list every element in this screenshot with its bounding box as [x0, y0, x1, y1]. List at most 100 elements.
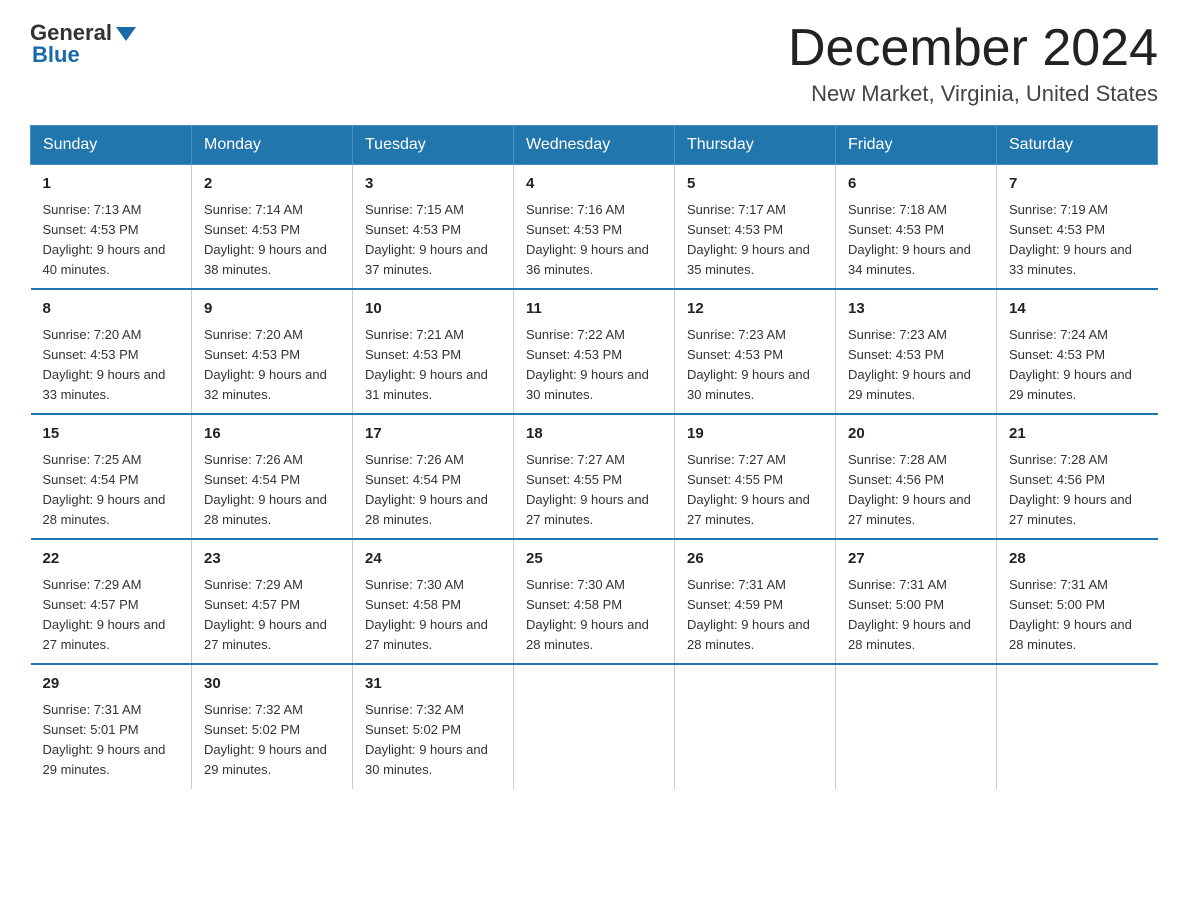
day-number: 30 — [204, 673, 340, 696]
day-number: 18 — [526, 423, 662, 446]
day-info: Sunrise: 7:23 AMSunset: 4:53 PMDaylight:… — [848, 325, 984, 406]
day-info: Sunrise: 7:26 AMSunset: 4:54 PMDaylight:… — [365, 450, 501, 531]
header-cell-tuesday: Tuesday — [353, 126, 514, 165]
day-info: Sunrise: 7:16 AMSunset: 4:53 PMDaylight:… — [526, 200, 662, 281]
day-number: 5 — [687, 173, 823, 196]
calendar-cell — [675, 664, 836, 788]
calendar-cell: 10 Sunrise: 7:21 AMSunset: 4:53 PMDayligh… — [353, 289, 514, 414]
calendar-row-3: 15 Sunrise: 7:25 AMSunset: 4:54 PMDayligh… — [31, 414, 1158, 539]
day-info: Sunrise: 7:32 AMSunset: 5:02 PMDaylight:… — [204, 700, 340, 781]
day-number: 25 — [526, 548, 662, 571]
day-number: 16 — [204, 423, 340, 446]
day-info: Sunrise: 7:31 AMSunset: 4:59 PMDaylight:… — [687, 575, 823, 656]
calendar-cell: 23 Sunrise: 7:29 AMSunset: 4:57 PMDayligh… — [192, 539, 353, 664]
calendar-cell: 15 Sunrise: 7:25 AMSunset: 4:54 PMDayligh… — [31, 414, 192, 539]
day-number: 11 — [526, 298, 662, 321]
day-number: 26 — [687, 548, 823, 571]
calendar-row-1: 1 Sunrise: 7:13 AMSunset: 4:53 PMDaylight… — [31, 165, 1158, 290]
calendar-table: SundayMondayTuesdayWednesdayThursdayFrid… — [30, 125, 1158, 788]
day-info: Sunrise: 7:20 AMSunset: 4:53 PMDaylight:… — [43, 325, 180, 406]
calendar-cell: 27Sunrise: 7:31 AMSunset: 5:00 PMDayligh… — [836, 539, 997, 664]
day-number: 31 — [365, 673, 501, 696]
day-number: 15 — [43, 423, 180, 446]
day-number: 28 — [1009, 548, 1146, 571]
day-info: Sunrise: 7:32 AMSunset: 5:02 PMDaylight:… — [365, 700, 501, 781]
calendar-cell: 1 Sunrise: 7:13 AMSunset: 4:53 PMDaylight… — [31, 165, 192, 290]
calendar-cell: 18 Sunrise: 7:27 AMSunset: 4:55 PMDayligh… — [514, 414, 675, 539]
day-number: 20 — [848, 423, 984, 446]
day-info: Sunrise: 7:30 AMSunset: 4:58 PMDaylight:… — [365, 575, 501, 656]
calendar-body: 1 Sunrise: 7:13 AMSunset: 4:53 PMDaylight… — [31, 165, 1158, 789]
day-number: 23 — [204, 548, 340, 571]
day-info: Sunrise: 7:29 AMSunset: 4:57 PMDaylight:… — [43, 575, 180, 656]
location-subtitle: New Market, Virginia, United States — [788, 81, 1158, 107]
calendar-cell: 21 Sunrise: 7:28 AMSunset: 4:56 PMDayligh… — [997, 414, 1158, 539]
day-number: 10 — [365, 298, 501, 321]
day-number: 9 — [204, 298, 340, 321]
day-info: Sunrise: 7:15 AMSunset: 4:53 PMDaylight:… — [365, 200, 501, 281]
day-info: Sunrise: 7:14 AMSunset: 4:53 PMDaylight:… — [204, 200, 340, 281]
calendar-cell: 26 Sunrise: 7:31 AMSunset: 4:59 PMDayligh… — [675, 539, 836, 664]
calendar-cell: 22 Sunrise: 7:29 AMSunset: 4:57 PMDayligh… — [31, 539, 192, 664]
day-info: Sunrise: 7:30 AMSunset: 4:58 PMDaylight:… — [526, 575, 662, 656]
calendar-cell: 8 Sunrise: 7:20 AMSunset: 4:53 PMDaylight… — [31, 289, 192, 414]
day-number: 22 — [43, 548, 180, 571]
day-number: 1 — [43, 173, 180, 196]
calendar-cell — [836, 664, 997, 788]
day-number: 8 — [43, 298, 180, 321]
logo-blue-text: Blue — [32, 42, 80, 68]
day-info: Sunrise: 7:13 AMSunset: 4:53 PMDaylight:… — [43, 200, 180, 281]
calendar-row-5: 29 Sunrise: 7:31 AMSunset: 5:01 PMDayligh… — [31, 664, 1158, 788]
day-info: Sunrise: 7:28 AMSunset: 4:56 PMDaylight:… — [1009, 450, 1146, 531]
calendar-cell: 4Sunrise: 7:16 AMSunset: 4:53 PMDaylight… — [514, 165, 675, 290]
day-number: 14 — [1009, 298, 1146, 321]
calendar-header: SundayMondayTuesdayWednesdayThursdayFrid… — [31, 126, 1158, 165]
calendar-cell: 29 Sunrise: 7:31 AMSunset: 5:01 PMDayligh… — [31, 664, 192, 788]
day-number: 24 — [365, 548, 501, 571]
calendar-row-2: 8 Sunrise: 7:20 AMSunset: 4:53 PMDaylight… — [31, 289, 1158, 414]
day-number: 3 — [365, 173, 501, 196]
header-cell-thursday: Thursday — [675, 126, 836, 165]
calendar-cell: 13Sunrise: 7:23 AMSunset: 4:53 PMDayligh… — [836, 289, 997, 414]
header-cell-monday: Monday — [192, 126, 353, 165]
calendar-cell — [997, 664, 1158, 788]
day-info: Sunrise: 7:27 AMSunset: 4:55 PMDaylight:… — [526, 450, 662, 531]
day-info: Sunrise: 7:26 AMSunset: 4:54 PMDaylight:… — [204, 450, 340, 531]
calendar-cell: 3 Sunrise: 7:15 AMSunset: 4:53 PMDaylight… — [353, 165, 514, 290]
day-info: Sunrise: 7:25 AMSunset: 4:54 PMDaylight:… — [43, 450, 180, 531]
header-row: SundayMondayTuesdayWednesdayThursdayFrid… — [31, 126, 1158, 165]
calendar-cell: 24 Sunrise: 7:30 AMSunset: 4:58 PMDayligh… — [353, 539, 514, 664]
day-info: Sunrise: 7:24 AMSunset: 4:53 PMDaylight:… — [1009, 325, 1146, 406]
day-number: 12 — [687, 298, 823, 321]
calendar-cell: 25 Sunrise: 7:30 AMSunset: 4:58 PMDayligh… — [514, 539, 675, 664]
day-number: 2 — [204, 173, 340, 196]
day-info: Sunrise: 7:20 AMSunset: 4:53 PMDaylight:… — [204, 325, 340, 406]
calendar-row-4: 22 Sunrise: 7:29 AMSunset: 4:57 PMDayligh… — [31, 539, 1158, 664]
day-info: Sunrise: 7:28 AMSunset: 4:56 PMDaylight:… — [848, 450, 984, 531]
day-info: Sunrise: 7:18 AMSunset: 4:53 PMDaylight:… — [848, 200, 984, 281]
calendar-cell: 14 Sunrise: 7:24 AMSunset: 4:53 PMDayligh… — [997, 289, 1158, 414]
calendar-cell — [514, 664, 675, 788]
calendar-cell: 19Sunrise: 7:27 AMSunset: 4:55 PMDayligh… — [675, 414, 836, 539]
day-number: 29 — [43, 673, 180, 696]
calendar-cell: 17 Sunrise: 7:26 AMSunset: 4:54 PMDayligh… — [353, 414, 514, 539]
header-cell-sunday: Sunday — [31, 126, 192, 165]
day-info: Sunrise: 7:31 AMSunset: 5:01 PMDaylight:… — [43, 700, 180, 781]
logo-arrow-icon — [116, 27, 136, 41]
day-number: 21 — [1009, 423, 1146, 446]
day-info: Sunrise: 7:31 AMSunset: 5:00 PMDaylight:… — [1009, 575, 1146, 656]
title-block: December 2024 New Market, Virginia, Unit… — [788, 20, 1158, 107]
day-number: 7 — [1009, 173, 1146, 196]
calendar-cell: 5Sunrise: 7:17 AMSunset: 4:53 PMDaylight… — [675, 165, 836, 290]
day-number: 27 — [848, 548, 984, 571]
day-info: Sunrise: 7:29 AMSunset: 4:57 PMDaylight:… — [204, 575, 340, 656]
page-header: General Blue December 2024 New Market, V… — [30, 20, 1158, 107]
calendar-cell: 9 Sunrise: 7:20 AMSunset: 4:53 PMDaylight… — [192, 289, 353, 414]
calendar-cell: 12Sunrise: 7:23 AMSunset: 4:53 PMDayligh… — [675, 289, 836, 414]
day-info: Sunrise: 7:22 AMSunset: 4:53 PMDaylight:… — [526, 325, 662, 406]
calendar-cell: 31 Sunrise: 7:32 AMSunset: 5:02 PMDayligh… — [353, 664, 514, 788]
day-info: Sunrise: 7:21 AMSunset: 4:53 PMDaylight:… — [365, 325, 501, 406]
header-cell-saturday: Saturday — [997, 126, 1158, 165]
day-number: 17 — [365, 423, 501, 446]
logo: General Blue — [30, 20, 136, 68]
